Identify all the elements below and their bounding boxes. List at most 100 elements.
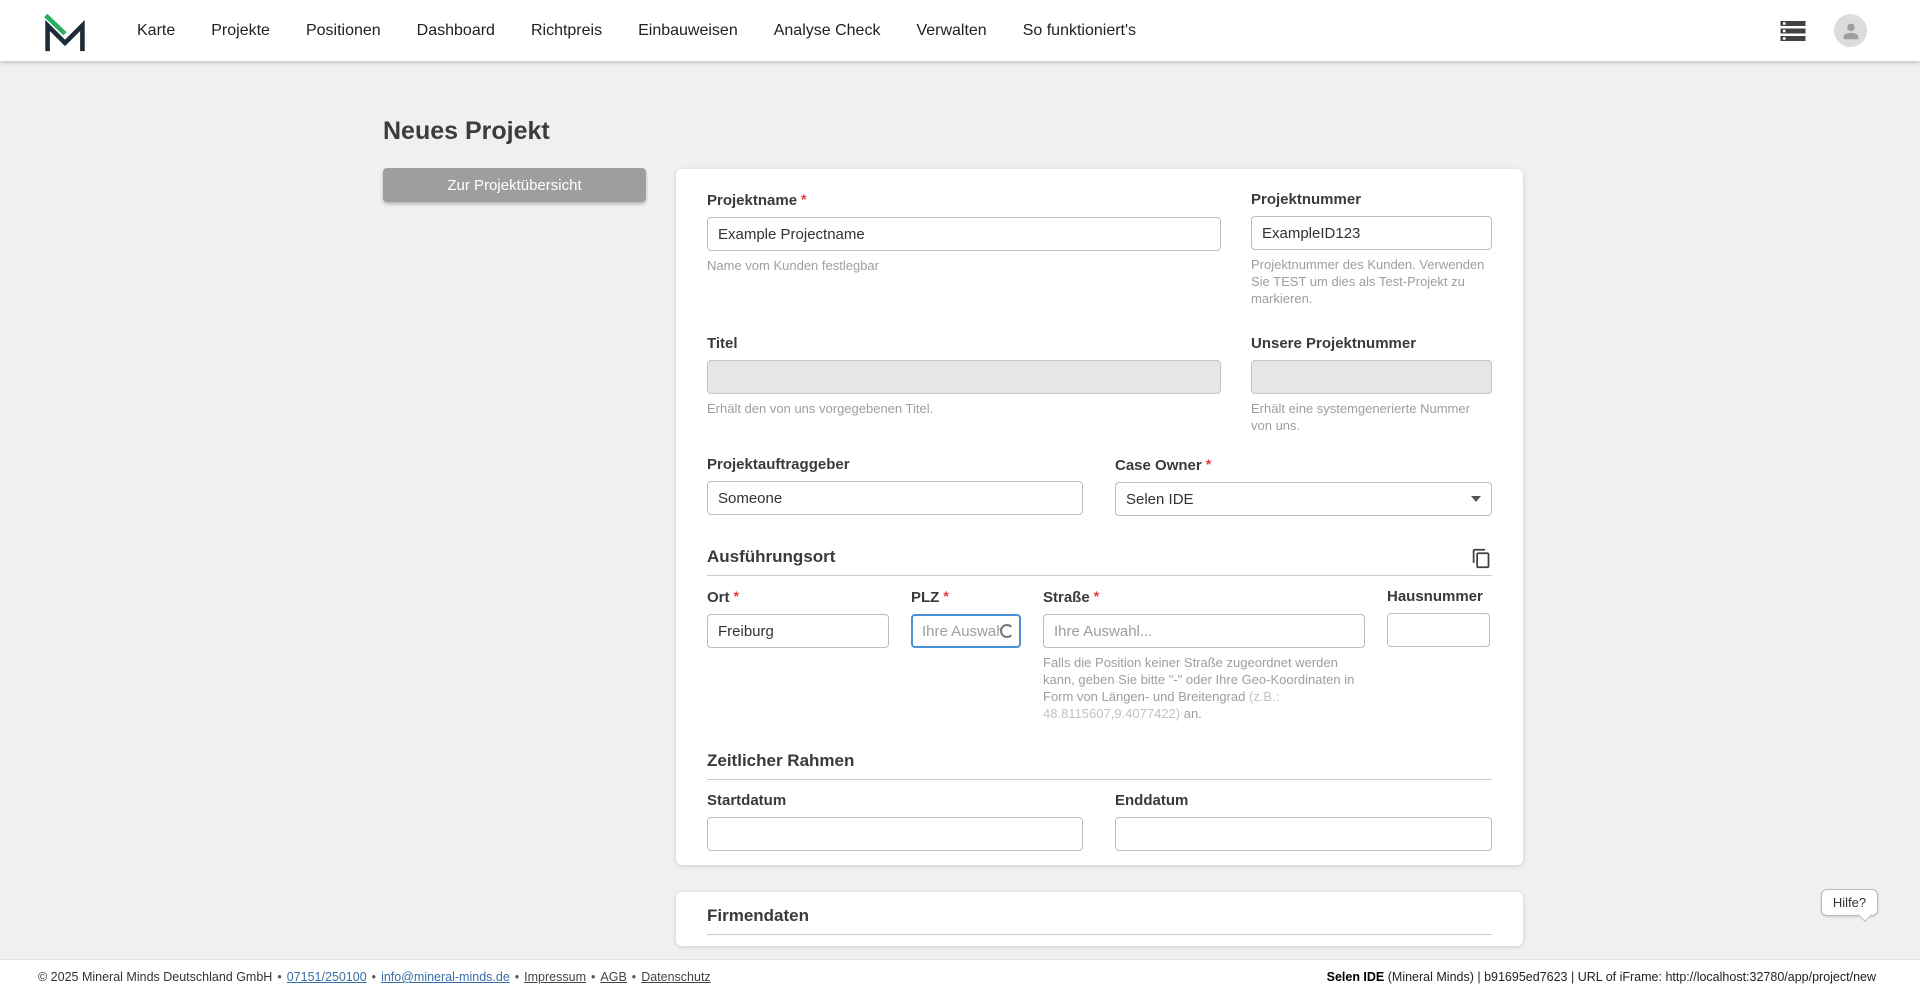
- projektauftraggeber-input[interactable]: [707, 481, 1083, 515]
- case-owner-field: Case Owner * Selen IDE: [1115, 456, 1492, 516]
- case-owner-selected-value: Selen IDE: [1126, 490, 1194, 508]
- section-zeitlicher-rahmen-title: Zeitlicher Rahmen: [707, 751, 855, 770]
- project-form-card: Projektname* Name vom Kunden festlegbar …: [676, 169, 1523, 865]
- startdatum-field: Startdatum: [707, 792, 1083, 851]
- required-asterisk: *: [943, 588, 949, 604]
- titel-helper: Erhält den von uns vorgegebenen Titel.: [707, 401, 934, 416]
- section-ausfuehrungsort: Ausführungsort: [707, 546, 1492, 576]
- case-owner-select[interactable]: Selen IDE: [1115, 482, 1492, 516]
- label-text: Projektauftraggeber: [707, 456, 850, 473]
- projektauftraggeber-field: Projektauftraggeber: [707, 456, 1083, 515]
- helper-text: Falls die Position keiner Straße zugeord…: [1043, 655, 1355, 704]
- required-asterisk: *: [801, 191, 807, 207]
- nav-item-karte[interactable]: Karte: [137, 22, 175, 40]
- hausnummer-input[interactable]: [1387, 613, 1490, 647]
- top-navbar: Karte Projekte Positionen Dashboard Rich…: [0, 0, 1920, 61]
- helper-text: an.: [1180, 706, 1202, 721]
- projektname-input[interactable]: [707, 217, 1221, 251]
- projektauftraggeber-label: Projektauftraggeber: [707, 456, 1083, 474]
- footer-user-name: Selen IDE: [1326, 970, 1385, 984]
- strasse-label: Straße *: [1043, 588, 1365, 607]
- server-icon[interactable]: [1778, 16, 1808, 46]
- project-overview-button[interactable]: Zur Projektübersicht: [383, 168, 646, 202]
- label-text: Straße: [1043, 589, 1090, 606]
- enddatum-label: Enddatum: [1115, 792, 1492, 810]
- label-text: Projektnummer: [1251, 191, 1362, 208]
- ort-input[interactable]: [707, 614, 889, 648]
- section-firmendaten: Firmendaten: [707, 905, 1492, 935]
- nav-item-richtpreis[interactable]: Richtpreis: [531, 22, 602, 40]
- nav-item-positionen[interactable]: Positionen: [306, 22, 381, 40]
- nav-item-analyse-check[interactable]: Analyse Check: [774, 22, 881, 40]
- startdatum-input[interactable]: [707, 817, 1083, 851]
- footer-link-agb[interactable]: AGB: [600, 970, 626, 984]
- unsere-projektnummer-helper: Erhält eine systemgenerierte Nummer von …: [1251, 401, 1470, 433]
- footer-left: © 2025 Mineral Minds Deutschland GmbH • …: [38, 970, 711, 984]
- copy-icon[interactable]: [1471, 548, 1492, 569]
- separator-dot: •: [591, 970, 596, 984]
- label-text: PLZ: [911, 589, 940, 606]
- projektname-field: Projektname* Name vom Kunden festlegbar: [707, 191, 1221, 274]
- ort-label: Ort *: [707, 588, 889, 607]
- form-row-address: Ort* PLZ* Straße* Falls die Position kei…: [707, 588, 1492, 722]
- mineral-minds-logo[interactable]: [43, 9, 87, 53]
- strasse-field: Straße* Falls die Position keiner Straße…: [1043, 588, 1365, 722]
- projektnummer-label: Projektnummer: [1251, 191, 1492, 209]
- label-text: Unsere Projektnummer: [1251, 335, 1417, 352]
- main-nav: Karte Projekte Positionen Dashboard Rich…: [137, 22, 1136, 40]
- unsere-projektnummer-field: Unsere Projektnummer Erhält eine systemg…: [1251, 335, 1492, 434]
- label-text: Titel: [707, 335, 738, 352]
- copyright-text: © 2025 Mineral Minds Deutschland GmbH: [38, 970, 273, 984]
- plz-field: PLZ *: [911, 588, 1021, 648]
- unsere-projektnummer-label: Unsere Projektnummer: [1251, 335, 1492, 353]
- nav-item-projekte[interactable]: Projekte: [211, 22, 270, 40]
- separator-dot: •: [514, 970, 520, 984]
- projektname-label: Projektname *: [707, 191, 1221, 210]
- form-row-auftraggeber-owner: Projektauftraggeber Case Owner* Selen ID…: [707, 456, 1492, 516]
- chevron-down-icon: [1471, 496, 1481, 502]
- help-button[interactable]: Hilfe?: [1821, 889, 1878, 916]
- section-zeitlicher-rahmen: Zeitlicher Rahmen: [707, 750, 1492, 780]
- footer-link-email[interactable]: info@mineral-minds.de: [381, 970, 510, 984]
- logo-icon: [44, 13, 85, 51]
- projektnummer-field: Projektnummer Projektnummer des Kunden. …: [1251, 191, 1492, 307]
- titel-input: [707, 360, 1221, 394]
- form-row-titel: Titel Erhält den von uns vorgegebenen Ti…: [707, 335, 1492, 434]
- ort-field: Ort *: [707, 588, 889, 648]
- page-title: Neues Projekt: [383, 117, 550, 145]
- enddatum-input[interactable]: [1115, 817, 1492, 851]
- titel-field: Titel Erhält den von uns vorgegebenen Ti…: [707, 335, 1221, 417]
- footer-link-impressum[interactable]: Impressum: [524, 970, 586, 984]
- footer-right: Selen IDE (Mineral Minds) | b91695ed7623…: [1327, 970, 1876, 984]
- nav-item-verwalten[interactable]: Verwalten: [916, 22, 986, 40]
- projektnummer-helper: Projektnummer des Kunden. Verwenden Sie …: [1251, 257, 1485, 306]
- form-row-name-number: Projektname* Name vom Kunden festlegbar …: [707, 191, 1492, 307]
- label-text: Enddatum: [1115, 792, 1189, 809]
- projektnummer-input[interactable]: [1251, 216, 1492, 250]
- section-ausfuehrungsort-title: Ausführungsort: [707, 547, 836, 566]
- separator-dot: •: [631, 970, 637, 984]
- titel-label: Titel: [707, 335, 1221, 353]
- footer-link-phone[interactable]: 07151/250100: [287, 970, 367, 984]
- separator-dot: •: [371, 970, 377, 984]
- user-avatar[interactable]: [1834, 14, 1867, 47]
- enddatum-field: Enddatum: [1115, 792, 1492, 851]
- nav-item-einbauweisen[interactable]: Einbauweisen: [638, 22, 738, 40]
- plz-label: PLZ *: [911, 588, 1021, 607]
- section-firmendaten-title: Firmendaten: [707, 906, 810, 925]
- label-text: Startdatum: [707, 792, 787, 809]
- footer-link-datenschutz[interactable]: Datenschutz: [641, 970, 710, 984]
- strasse-input[interactable]: [1043, 614, 1365, 648]
- label-text: Hausnummer: [1387, 588, 1483, 605]
- required-asterisk: *: [1205, 456, 1212, 472]
- footer-session-meta: (Mineral Minds) | b91695ed7623 | URL of …: [1384, 970, 1876, 984]
- unsere-projektnummer-input: [1251, 360, 1492, 394]
- case-owner-label: Case Owner *: [1115, 456, 1492, 475]
- startdatum-label: Startdatum: [707, 792, 1083, 810]
- hausnummer-label: Hausnummer: [1387, 588, 1490, 606]
- navbar-right: [1778, 14, 1867, 47]
- strasse-helper: Falls die Position keiner Straße zugeord…: [1043, 654, 1365, 722]
- nav-item-so-funktionierts[interactable]: So funktioniert's: [1023, 22, 1136, 40]
- required-asterisk: *: [733, 588, 739, 604]
- nav-item-dashboard[interactable]: Dashboard: [417, 22, 495, 40]
